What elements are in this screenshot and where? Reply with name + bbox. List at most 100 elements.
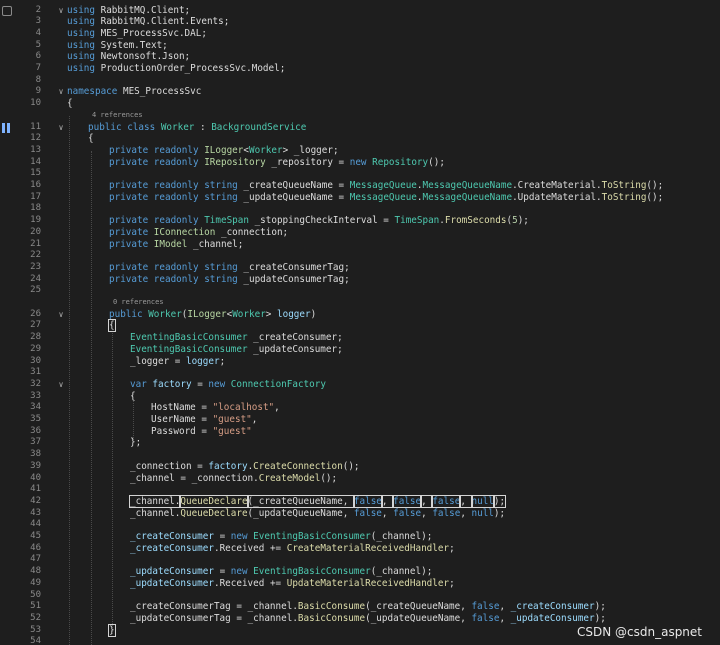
code-text[interactable]: _updateConsumer.Received += UpdateMateri… bbox=[130, 578, 455, 590]
code-text[interactable]: _logger = logger; bbox=[130, 356, 225, 368]
code-editor[interactable]: 2 ∨ using RabbitMQ.Client; 3 using RabbitMQ.… bbox=[0, 0, 720, 645]
code-token: EventingBasicConsumer bbox=[253, 531, 371, 542]
code-text[interactable]: _channel.QueueDeclare(_updateQueueName, … bbox=[130, 508, 505, 520]
code-text[interactable]: UserName = "guest", bbox=[151, 414, 257, 426]
code-token: Password = bbox=[151, 425, 213, 437]
code-token: ConnectionFactory bbox=[230, 378, 326, 390]
line-number: 38 bbox=[30, 449, 41, 460]
code-token: , bbox=[381, 507, 394, 519]
code-text[interactable]: using RabbitMQ.Client; bbox=[67, 5, 190, 17]
code-text[interactable]: _channel.QueueDeclare(_createQueueName, … bbox=[128, 494, 507, 508]
fold-chevron-icon[interactable]: ∨ bbox=[57, 86, 65, 98]
line-number: 8 bbox=[35, 74, 41, 85]
code-text[interactable]: private readonly string _createConsumerT… bbox=[109, 262, 350, 274]
code-token: IRepository bbox=[204, 156, 266, 168]
code-line: 25 bbox=[0, 285, 720, 297]
code-text[interactable]: EventingBasicConsumer _createConsumer; bbox=[130, 332, 343, 344]
code-token: Worker bbox=[160, 121, 195, 133]
code-token: ) bbox=[310, 308, 317, 320]
code-text[interactable]: _channel = _connection.CreateModel(); bbox=[130, 473, 337, 485]
code-text[interactable]: using RabbitMQ.Client.Events; bbox=[67, 16, 229, 28]
code-text[interactable]: _createConsumer.Received += CreateMateri… bbox=[130, 543, 455, 555]
code-token: ToString bbox=[601, 180, 647, 191]
code-text[interactable]: _updateConsumer = new EventingBasicConsu… bbox=[130, 566, 432, 578]
code-token: EventingBasicConsumer bbox=[130, 343, 248, 355]
code-line: 48 _updateConsumer = new EventingBasicCon… bbox=[0, 566, 720, 578]
code-token: _channel; bbox=[187, 238, 244, 250]
fold-chevron-icon[interactable]: ∨ bbox=[57, 5, 65, 17]
code-line: 18 bbox=[0, 203, 720, 215]
code-token: (); bbox=[646, 191, 664, 203]
code-text[interactable]: }; bbox=[130, 437, 141, 449]
codelens-label[interactable]: 0 references bbox=[113, 297, 164, 309]
code-token: false bbox=[352, 494, 383, 508]
code-text[interactable]: _connection = factory.CreateConnection()… bbox=[130, 461, 360, 473]
code-text[interactable]: public class Worker : BackgroundService bbox=[88, 122, 306, 134]
line-number: 24 bbox=[30, 273, 41, 284]
code-text[interactable]: _updateConsumerTag = _channel.BasicConsu… bbox=[130, 613, 606, 625]
code-text[interactable]: private IConnection _connection; bbox=[109, 227, 288, 239]
code-text[interactable]: private readonly IRepository _repository… bbox=[109, 157, 445, 169]
code-token: .CreateMaterial. bbox=[512, 180, 602, 191]
code-text[interactable]: namespace MES_ProcessSvc bbox=[67, 86, 201, 98]
code-text[interactable]: private readonly string _createQueueName… bbox=[109, 180, 663, 192]
code-line: 5 using System.Text; bbox=[0, 40, 720, 52]
code-line: 33 { bbox=[0, 391, 720, 403]
code-text[interactable]: { bbox=[88, 133, 94, 145]
code-text[interactable]: private readonly TimeSpan _stoppingCheck… bbox=[109, 215, 529, 227]
code-text[interactable]: using MES_ProcessSvc.DAL; bbox=[67, 28, 207, 40]
fold-chevron-icon[interactable]: ∨ bbox=[57, 379, 65, 391]
line-number: 20 bbox=[30, 226, 41, 237]
code-text[interactable]: Password = "guest" bbox=[151, 426, 252, 438]
codelens-label[interactable]: 4 references bbox=[92, 110, 143, 122]
code-line: 7 using ProductionOrder_ProcessSvc.Model; bbox=[0, 63, 720, 75]
code-line: 22 bbox=[0, 250, 720, 262]
code-text[interactable]: HostName = "localhost", bbox=[151, 402, 280, 414]
code-text[interactable]: _createConsumer = new EventingBasicConsu… bbox=[130, 531, 432, 543]
code-token: BasicConsume bbox=[297, 601, 366, 613]
code-line: 15 bbox=[0, 168, 720, 180]
code-token: , bbox=[380, 494, 395, 508]
code-text[interactable]: using Newtonsoft.Json; bbox=[67, 51, 190, 63]
code-line: 45 _createConsumer = new EventingBasicCon… bbox=[0, 531, 720, 543]
code-token: , bbox=[499, 601, 511, 613]
code-token: IConnection bbox=[153, 226, 216, 238]
code-text[interactable]: private readonly string _updateQueueName… bbox=[109, 192, 663, 204]
code-token: BasicConsume bbox=[297, 612, 366, 624]
code-token: private bbox=[109, 226, 149, 238]
code-token: ); bbox=[594, 601, 606, 613]
code-line: 11 ∨ public class Worker : BackgroundServi… bbox=[0, 122, 720, 134]
code-text[interactable]: using System.Text; bbox=[67, 40, 168, 52]
code-token: TimeSpan bbox=[394, 215, 440, 227]
code-text[interactable]: EventingBasicConsumer _updateConsumer; bbox=[130, 344, 343, 356]
code-token: _repository = bbox=[265, 156, 350, 168]
code-token: readonly bbox=[153, 261, 199, 273]
code-token: _updateConsumer bbox=[130, 566, 214, 578]
code-line: 29 EventingBasicConsumer _updateConsumer; bbox=[0, 344, 720, 356]
fold-chevron-icon[interactable]: ∨ bbox=[57, 309, 65, 321]
line-number: 47 bbox=[30, 554, 41, 565]
fold-chevron-icon[interactable]: ∨ bbox=[57, 122, 65, 134]
code-token: BackgroundService bbox=[211, 121, 307, 133]
line-number: 22 bbox=[30, 250, 41, 261]
code-text[interactable]: _createConsumerTag = _channel.BasicConsu… bbox=[130, 601, 606, 613]
code-line: 36 Password = "guest" bbox=[0, 426, 720, 438]
code-line: 10 { bbox=[0, 98, 720, 110]
code-text[interactable]: private IModel _channel; bbox=[109, 239, 243, 251]
code-text[interactable]: { bbox=[67, 98, 73, 110]
line-number: 30 bbox=[30, 355, 41, 366]
code-text[interactable]: var factory = new ConnectionFactory bbox=[130, 379, 326, 391]
code-text[interactable]: } bbox=[108, 623, 116, 637]
code-text[interactable]: private readonly string _updateConsumerT… bbox=[109, 274, 350, 286]
code-text[interactable]: using ProductionOrder_ProcessSvc.Model; bbox=[67, 63, 285, 75]
code-token: readonly bbox=[153, 144, 199, 156]
code-text[interactable]: { bbox=[108, 319, 116, 333]
code-text[interactable]: private readonly ILogger<Worker> _logger… bbox=[109, 145, 339, 157]
code-line: 23 private readonly string _createConsume… bbox=[0, 262, 720, 274]
code-text[interactable]: public Worker(ILogger<Worker> logger) bbox=[109, 309, 316, 321]
code-token: ProductionOrder_ProcessSvc.Model; bbox=[95, 63, 286, 74]
code-token: (_createQueueName, bbox=[365, 601, 472, 613]
code-line: 21 private IModel _channel; bbox=[0, 239, 720, 251]
code-line: 44 bbox=[0, 519, 720, 531]
code-text[interactable]: { bbox=[130, 391, 136, 403]
